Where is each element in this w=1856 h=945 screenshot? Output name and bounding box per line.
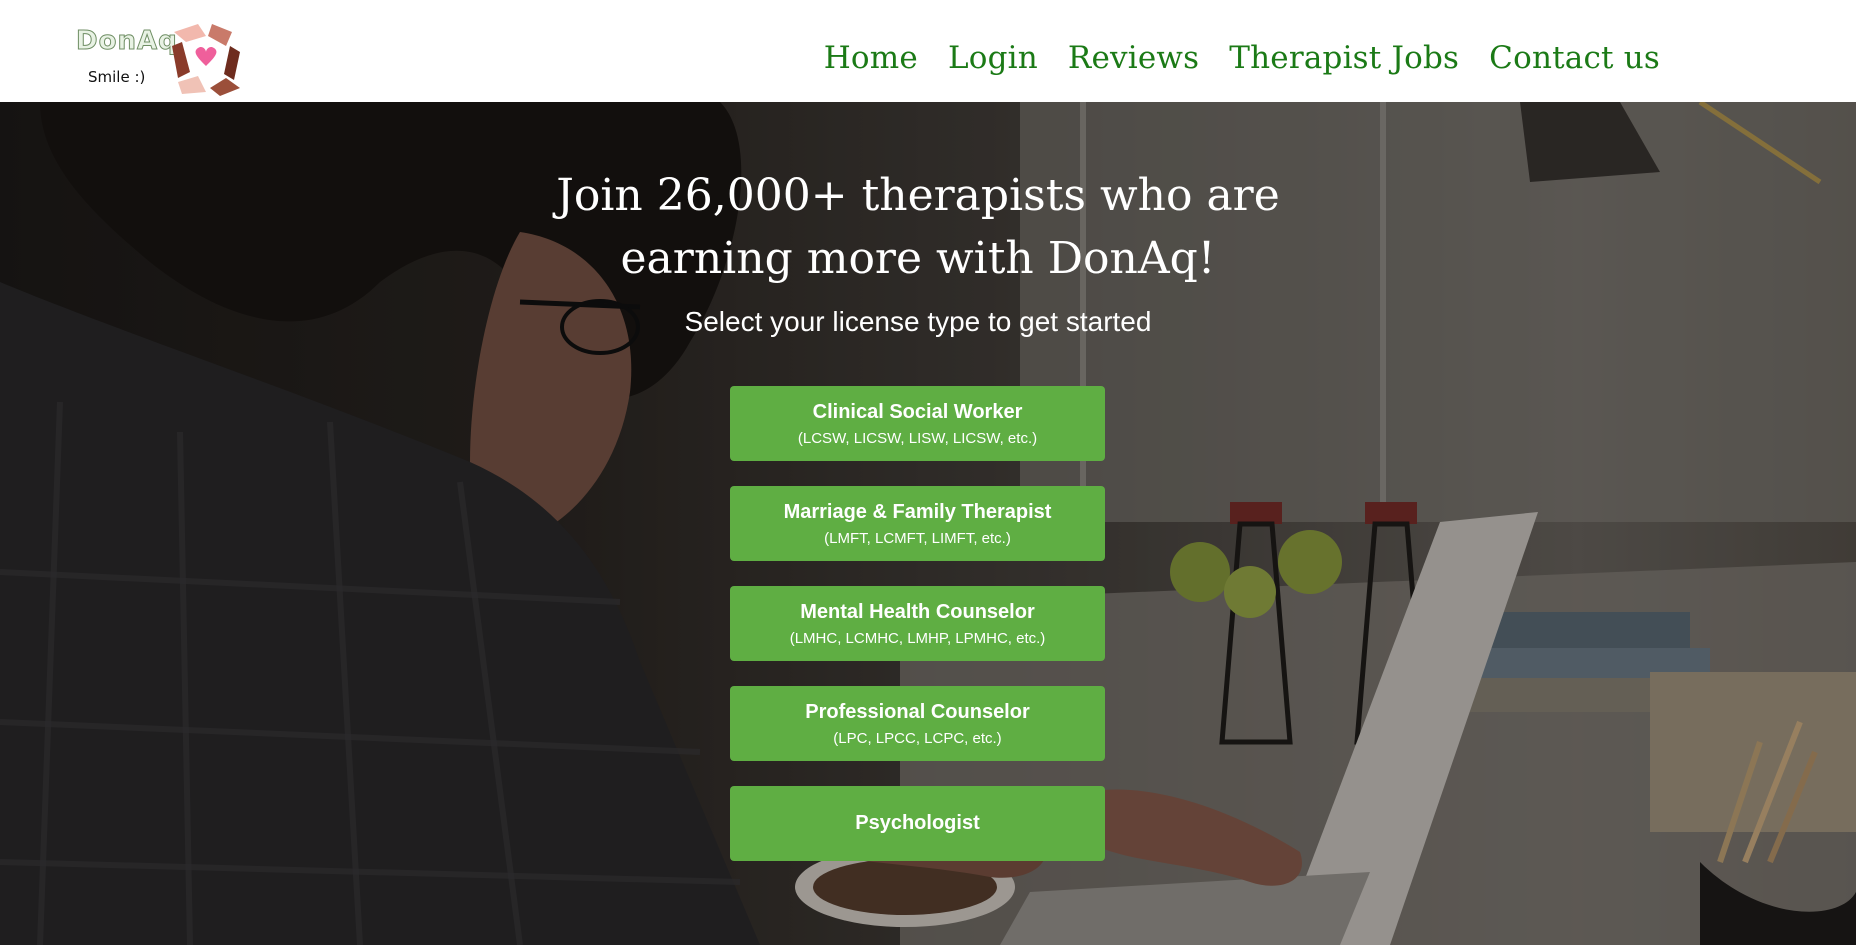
nav-therapist-jobs-link[interactable]: Therapist Jobs bbox=[1229, 40, 1459, 76]
site-logo[interactable]: DonAq Smile :) bbox=[72, 22, 252, 96]
hero-subhead: Select your license type to get started bbox=[684, 306, 1152, 337]
psychologist-button[interactable]: Psychologist bbox=[730, 786, 1105, 861]
license-type-buttons: Clinical Social Worker (LCSW, LICSW, LIS… bbox=[730, 386, 1105, 886]
button-subtitle: (LMFT, LCMFT, LIMFT, etc.) bbox=[824, 529, 1011, 547]
site-header: DonAq Smile :) Home Login Reviews Therap… bbox=[0, 0, 1856, 102]
button-title: Clinical Social Worker bbox=[812, 400, 1023, 423]
main-nav: Home Login Reviews Therapist Jobs Contac… bbox=[824, 40, 1660, 76]
professional-counselor-button[interactable]: Professional Counselor (LPC, LPCC, LCPC,… bbox=[730, 686, 1105, 761]
nav-login-link[interactable]: Login bbox=[948, 40, 1038, 76]
button-title: Professional Counselor bbox=[805, 700, 1030, 723]
headline-line-2: earning more with DonAq! bbox=[620, 233, 1216, 284]
hero-section: Join 26,000+ therapists who are earning … bbox=[0, 102, 1856, 945]
nav-contact-link[interactable]: Contact us bbox=[1489, 40, 1660, 76]
mental-health-counselor-button[interactable]: Mental Health Counselor (LMHC, LCMHC, LM… bbox=[730, 586, 1105, 661]
button-subtitle: (LCSW, LICSW, LISW, LICSW, etc.) bbox=[797, 429, 1038, 447]
headline-line-1: Join 26,000+ therapists who are bbox=[556, 170, 1280, 221]
logo-tagline: Smile :) bbox=[88, 68, 146, 86]
button-title: Mental Health Counselor bbox=[800, 600, 1035, 623]
button-subtitle: (LMHC, LCMHC, LMHP, LPMHC, etc.) bbox=[789, 629, 1046, 647]
button-subtitle: (LPC, LPCC, LCPC, etc.) bbox=[833, 729, 1002, 747]
nav-reviews-link[interactable]: Reviews bbox=[1068, 40, 1199, 76]
button-title: Psychologist bbox=[855, 812, 980, 834]
button-title: Marriage & Family Therapist bbox=[783, 500, 1052, 523]
hero-headline: Join 26,000+ therapists who are earning … bbox=[478, 164, 1358, 290]
logo-wordmark: DonAq bbox=[76, 26, 178, 57]
nav-home-link[interactable]: Home bbox=[824, 40, 918, 76]
marriage-family-therapist-button[interactable]: Marriage & Family Therapist (LMFT, LCMFT… bbox=[730, 486, 1105, 561]
clinical-social-worker-button[interactable]: Clinical Social Worker (LCSW, LICSW, LIS… bbox=[730, 386, 1105, 461]
hands-heart-logo-icon bbox=[172, 24, 240, 96]
